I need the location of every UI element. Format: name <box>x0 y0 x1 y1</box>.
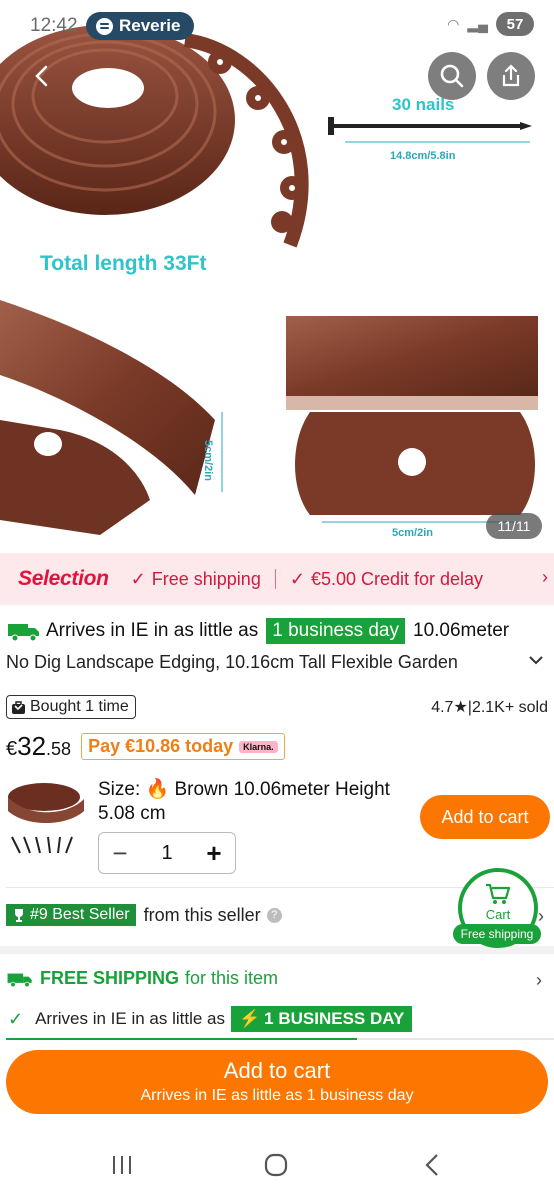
home-button[interactable] <box>262 1150 290 1180</box>
battery-icon: 57 <box>496 12 534 36</box>
free-shipping-strong: FREE SHIPPING <box>40 968 180 988</box>
image-counter: 11/11 <box>486 513 542 539</box>
check-icon: ✓ <box>289 568 305 589</box>
check-icon: ✓ <box>8 1008 24 1029</box>
best-seller-text: #9 Best Seller <box>30 906 130 923</box>
search-icon <box>440 64 464 88</box>
size-label: Size: <box>98 779 141 800</box>
best-seller-row[interactable]: #9 Best Seller from this seller ? <box>6 904 282 926</box>
free-shipping-perk: ✓ Free shipping <box>131 569 261 590</box>
rating-and-sales[interactable]: 4.7★|2.1K+ sold <box>431 697 548 717</box>
price-row: € 32 .58 Pay €10.86 today Klarna. <box>6 731 285 763</box>
section-separator <box>0 946 554 954</box>
selection-title: Selection <box>18 567 109 590</box>
title-start: 10.06meter <box>413 620 510 641</box>
delay-credit-perk: ✓ €5.00 Credit for delay <box>290 569 483 590</box>
increase-quantity-button[interactable]: + <box>203 838 225 869</box>
system-back-button[interactable] <box>420 1150 444 1180</box>
free-shipping-row[interactable]: FREE SHIPPING for this item <box>6 968 278 989</box>
shipping-progress-bar <box>6 1038 554 1040</box>
chevron-left-icon <box>35 65 48 87</box>
signal-icon: ▂▄ <box>467 15 488 32</box>
truck-icon <box>8 624 39 642</box>
decrease-quantity-button[interactable]: − <box>109 838 131 869</box>
best-seller-badge: #9 Best Seller <box>6 904 136 926</box>
help-icon[interactable]: ? <box>266 907 282 923</box>
free-shipping-text: Free shipping <box>151 568 261 589</box>
cart-free-shipping-tag: Free shipping <box>453 924 541 944</box>
sold-count: 2.1K+ sold <box>471 699 548 716</box>
back-button[interactable] <box>20 54 64 98</box>
shipping-progress-fill <box>6 1038 357 1040</box>
wifi-icon: ◠ <box>447 15 460 32</box>
share-button[interactable] <box>487 52 535 100</box>
price-currency: € <box>6 738 18 760</box>
chevron-right-icon: › <box>536 970 542 990</box>
spotify-icon <box>96 17 113 35</box>
media-pill-label: Reverie <box>119 16 181 35</box>
pay-today-text: Pay €10.86 today <box>88 736 234 756</box>
business-day-text: 1 BUSINESS DAY <box>264 1009 405 1028</box>
quantity-value: 1 <box>161 841 173 864</box>
expand-title-button[interactable] <box>528 650 544 671</box>
divider <box>274 569 276 589</box>
recent-apps-icon <box>113 1156 131 1174</box>
width-dimension-label: 5cm/2in <box>392 527 433 539</box>
nail-length-label: 14.8cm/5.8in <box>390 150 456 162</box>
from-seller-text: from this seller <box>143 904 261 925</box>
back-arrow-icon <box>425 1154 438 1176</box>
arrival-row: ✓ Arrives in IE in as little as ⚡ 1 BUSI… <box>8 1006 413 1032</box>
height-dimension-label: 5cm/2in <box>202 440 214 481</box>
bottom-cart-sublabel: Arrives in IE as little as 1 business da… <box>140 1087 414 1104</box>
add-to-cart-button[interactable]: Add to cart <box>420 795 550 839</box>
clock: 12:42 <box>30 15 78 36</box>
selection-banner[interactable]: Selection ✓ Free shipping ✓ €5.00 Credit f… <box>0 553 554 605</box>
status-bar: 12:42 Reverie ◠ ▂▄ 57 <box>0 0 554 52</box>
size-selection: Size: 🔥 Brown 10.06meter Height 5.08 cm <box>98 778 418 826</box>
klarna-pay-today[interactable]: Pay €10.86 today Klarna. <box>81 733 285 760</box>
chevron-down-icon <box>529 656 543 665</box>
search-button[interactable] <box>428 52 476 100</box>
product-title-line2: No Dig Landscape Edging, 10.16cm Tall Fl… <box>6 652 458 672</box>
product-title-line1: Arrives in IE in as little as 1 business… <box>6 618 554 644</box>
bought-badge: Bought 1 time <box>6 695 136 719</box>
chevron-right-icon: › <box>542 567 548 587</box>
share-icon <box>502 64 520 87</box>
quantity-stepper: − 1 + <box>98 832 236 874</box>
cart-label: Cart <box>485 907 511 922</box>
rating-value: 4.7 <box>431 699 454 716</box>
bought-text: Bought 1 time <box>30 698 129 715</box>
media-pill[interactable]: Reverie <box>86 12 195 40</box>
arrive-prefix: Arrives in IE in as little as <box>46 620 259 641</box>
recent-apps-button[interactable] <box>108 1150 136 1180</box>
price-decimal: .58 <box>46 739 72 759</box>
business-day-badge-2: ⚡ 1 BUSINESS DAY <box>231 1006 413 1032</box>
star-icon: ★ <box>453 699 468 716</box>
size-value: Brown 10.06meter Height 5.08 cm <box>98 779 390 824</box>
truck-icon <box>7 973 32 987</box>
total-length-label: Total length 33Ft <box>40 252 207 275</box>
price-main: 32 <box>17 731 47 761</box>
bottom-cart-label: Add to cart <box>223 1058 331 1083</box>
free-shipping-rest: for this item <box>185 968 279 988</box>
shopping-bag-icon <box>12 700 25 714</box>
arrival-text: Arrives in IE in as little as <box>35 1009 225 1028</box>
status-icons: ◠ ▂▄ 57 <box>447 12 534 36</box>
cart-icon <box>486 883 511 904</box>
trophy-icon <box>15 909 23 922</box>
chevron-right-icon: › <box>538 906 544 926</box>
bottom-add-to-cart-button[interactable]: Add to cart Arrives in IE as little as 1… <box>6 1050 548 1114</box>
business-day-badge: 1 business day <box>266 618 405 644</box>
klarna-logo: Klarna. <box>239 740 278 753</box>
system-navigation-bar <box>0 1130 554 1200</box>
check-icon: ✓ <box>130 568 146 589</box>
variant-thumbnail[interactable] <box>6 777 86 857</box>
delay-credit-text: €5.00 Credit for delay <box>310 568 484 589</box>
home-icon <box>264 1153 288 1177</box>
flame-icon: 🔥 <box>145 779 170 800</box>
lightning-icon: ⚡ <box>239 1009 261 1028</box>
